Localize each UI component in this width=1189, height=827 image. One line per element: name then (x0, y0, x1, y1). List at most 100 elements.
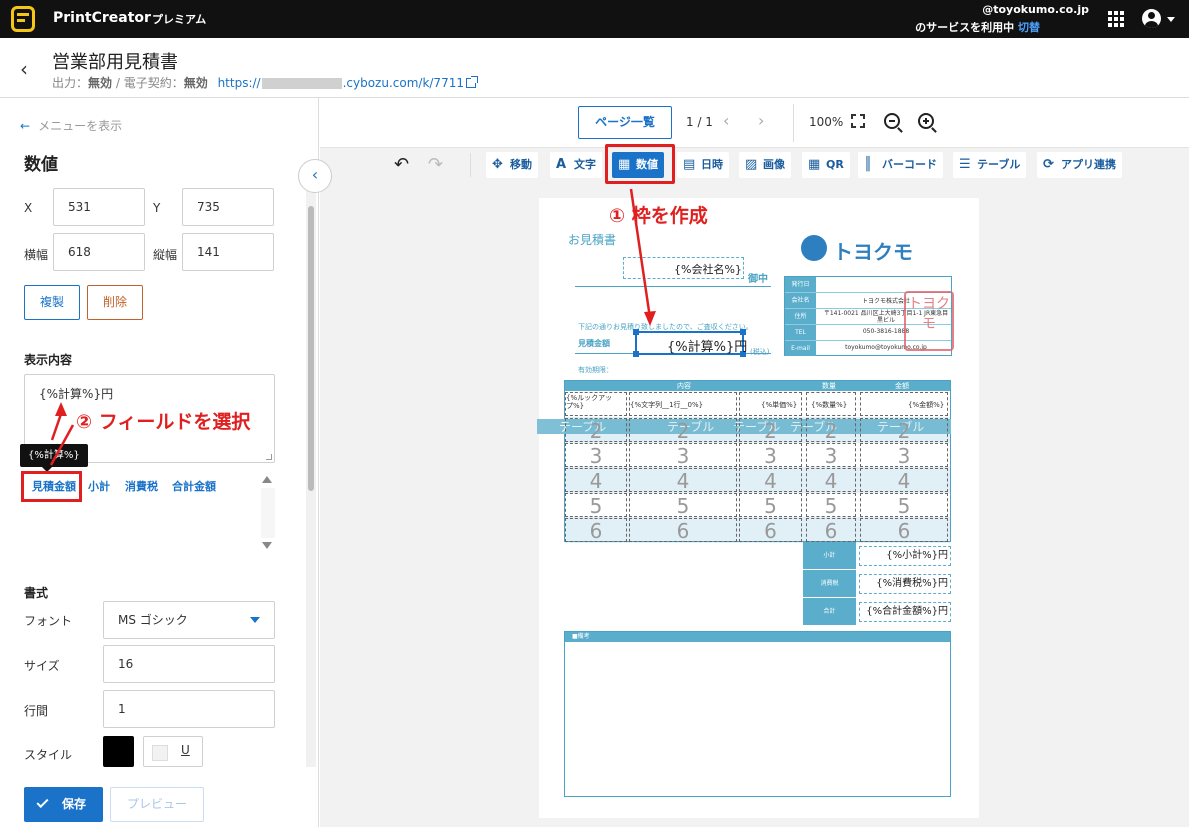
content-textarea-value[interactable]: {%計算%}円 (39, 387, 113, 401)
memo-box[interactable]: ■備考 (564, 631, 951, 797)
table-row[interactable]: 66666 (565, 517, 950, 543)
tool-app-link-label[interactable]: アプリ連携 (1061, 158, 1116, 171)
next-page-icon[interactable]: › (758, 111, 764, 130)
table-cell[interactable]: 5 (806, 493, 856, 518)
chevron-down-icon[interactable] (250, 617, 260, 623)
field-chip-tax[interactable]: 消費税 (125, 478, 158, 494)
collapse-panel-button[interactable]: ‹ (298, 159, 332, 193)
external-link-icon[interactable] (465, 76, 478, 88)
table-cell[interactable]: 4 (565, 468, 627, 493)
switch-link[interactable]: 切替 (1018, 21, 1040, 34)
size-input[interactable]: 16 (103, 645, 275, 683)
line-height-input[interactable]: 1 (103, 690, 275, 728)
resize-handle[interactable] (633, 329, 639, 335)
tool-table-label[interactable]: テーブル (977, 158, 1020, 171)
items-table[interactable]: 内容 数量 金額 {%ルックアップ%} {%文字列__1行__0%} {%単価%… (537, 380, 951, 543)
font-select-value[interactable]: MS ゴシック (118, 613, 188, 627)
table-cell[interactable]: 6 (629, 518, 737, 543)
save-label[interactable]: 保存 (62, 787, 86, 822)
tool-qr[interactable]: ▦ QR (802, 152, 850, 178)
tool-move-label[interactable]: 移動 (510, 158, 532, 171)
preview-button[interactable]: プレビュー (110, 787, 204, 822)
table-cell[interactable]: 5 (565, 493, 627, 518)
table-cell[interactable]: 3 (629, 443, 737, 468)
table-row[interactable]: 33333 (565, 442, 950, 468)
table-cell[interactable]: 4 (739, 468, 802, 493)
app-logo-icon[interactable] (11, 6, 35, 32)
field-chip-total[interactable]: 合計金額 (172, 478, 216, 494)
table-cell[interactable]: 5 (860, 493, 948, 518)
table-cell[interactable]: 3 (806, 443, 856, 468)
tool-datetime[interactable]: ▤ 日時 (677, 152, 729, 178)
text-color-swatch[interactable] (103, 736, 134, 767)
zoom-in-icon[interactable] (918, 113, 934, 129)
tool-table[interactable]: ☰ テーブル (953, 152, 1027, 178)
undo-icon[interactable]: ↶ (394, 154, 409, 175)
table-cell[interactable]: 2 (629, 418, 737, 443)
tool-text-label[interactable]: 文字 (574, 158, 596, 171)
amount-field[interactable]: {%計算%}円 (667, 336, 747, 355)
table-cell[interactable]: 2 (565, 418, 627, 443)
table-cell[interactable]: 2 (860, 418, 948, 443)
tool-app-link[interactable]: ⟳ アプリ連携 (1037, 152, 1122, 178)
table-row[interactable]: 44444 (565, 467, 950, 493)
tax-field[interactable]: {%消費税%}円 (859, 574, 951, 594)
user-avatar-icon[interactable] (1142, 9, 1161, 28)
width-input[interactable]: 618 (53, 233, 145, 271)
panel-scrollbar-thumb[interactable] (308, 206, 314, 491)
table-cell[interactable]: 5 (629, 493, 737, 518)
table-row[interactable]: 22222 (565, 417, 950, 443)
field-chip-subtotal[interactable]: 小計 (88, 478, 110, 494)
table-row[interactable]: 55555 (565, 492, 950, 518)
app-name[interactable]: PrintCreator (53, 10, 151, 26)
height-input[interactable]: 141 (182, 233, 274, 271)
table-cell[interactable]: 6 (860, 518, 948, 543)
font-select[interactable]: MS ゴシック (103, 601, 275, 639)
show-menu-button[interactable]: ← メニューを表示 (20, 117, 122, 134)
prev-page-icon[interactable]: ‹ (723, 111, 729, 130)
redo-icon[interactable]: ↷ (428, 154, 443, 175)
table-cell[interactable]: 5 (739, 493, 802, 518)
selected-number-field[interactable]: {%計算%}円 (633, 329, 747, 357)
tool-barcode-label[interactable]: バーコード (882, 158, 937, 171)
company-field[interactable]: {%会社名%} (674, 261, 742, 277)
resize-handle[interactable] (633, 351, 639, 357)
fit-to-screen-icon[interactable] (851, 114, 865, 128)
style-checkbox[interactable] (152, 745, 168, 761)
table-cell[interactable]: 2 (806, 418, 856, 443)
table-cell[interactable]: 3 (860, 443, 948, 468)
tool-barcode[interactable]: ║ バーコード (858, 152, 943, 178)
table-cell[interactable]: 3 (739, 443, 802, 468)
app-link-suffix[interactable]: .cybozu.com/k/7711 (343, 76, 464, 90)
back-button[interactable]: ‹ (20, 57, 28, 81)
page-list-button[interactable]: ページ一覧 (578, 106, 672, 139)
x-input[interactable]: 531 (53, 188, 145, 226)
table-cell[interactable]: 4 (860, 468, 948, 493)
total-field[interactable]: {%合計金額%}円 (859, 602, 951, 622)
zoom-out-icon[interactable] (884, 113, 900, 129)
tool-qr-label[interactable]: QR (826, 158, 844, 171)
app-link[interactable]: https:// .cybozu.com/k/7711 (218, 76, 478, 90)
table-row[interactable]: {%ルックアップ%} {%文字列__1行__0%} {%単価%} {%数量%} … (565, 391, 950, 417)
table-cell[interactable]: 4 (806, 468, 856, 493)
delete-button[interactable]: 削除 (87, 285, 143, 320)
underline-toggle[interactable]: U (181, 743, 190, 757)
tool-text[interactable]: A 文字 (550, 152, 602, 178)
field-list-scrollbar[interactable] (261, 488, 275, 538)
table-cell[interactable]: 6 (565, 518, 627, 543)
apps-grid-icon[interactable] (1108, 11, 1124, 27)
table-cell[interactable]: 2 (739, 418, 802, 443)
resize-handle[interactable] (740, 329, 746, 335)
account-caret-icon[interactable] (1167, 17, 1175, 22)
show-menu-label[interactable]: メニューを表示 (38, 119, 122, 133)
document-page[interactable]: お見積書 {%会社名%} 御中 下記の通りお見積り致しましたので、ご査収ください… (537, 198, 979, 818)
subtotal-field[interactable]: {%小計%}円 (859, 546, 951, 566)
app-link-prefix[interactable]: https:// (218, 76, 261, 90)
panel-scrollbar[interactable] (306, 190, 316, 767)
tool-image[interactable]: ▨ 画像 (739, 152, 791, 178)
save-button[interactable]: 保存 (24, 787, 103, 822)
scroll-up-icon[interactable] (262, 476, 272, 483)
scroll-down-icon[interactable] (262, 542, 272, 549)
resize-grip-icon[interactable] (266, 454, 272, 460)
y-input[interactable]: 735 (182, 188, 274, 226)
